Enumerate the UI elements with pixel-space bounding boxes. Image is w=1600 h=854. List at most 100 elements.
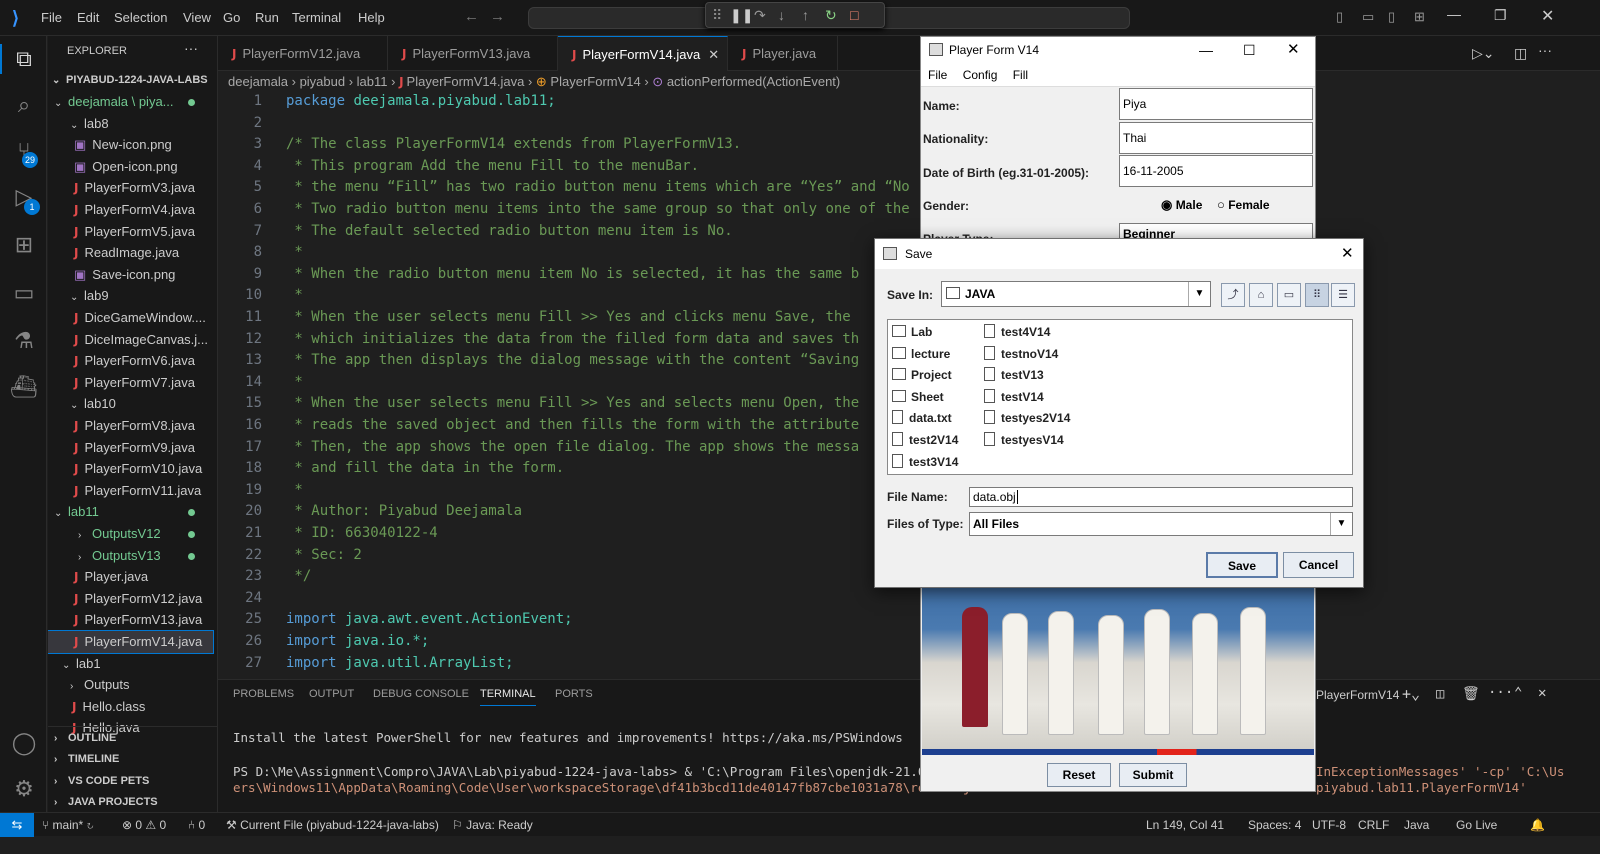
- explorer-item[interactable]: J PlayerFormV7.java: [48, 372, 213, 394]
- explorer-item[interactable]: J PlayerFormV14.java: [48, 630, 214, 654]
- explorer-item[interactable]: J PlayerFormV10.java: [48, 458, 213, 480]
- explorer-item[interactable]: ⌄ lab8: [48, 113, 213, 135]
- customize-layout-icon[interactable]: ⊞: [1414, 9, 1425, 25]
- git-branch[interactable]: ⑂ main* ↻: [42, 818, 94, 832]
- maximize-icon[interactable]: ☐: [1243, 37, 1256, 63]
- dob-field[interactable]: 16-11-2005: [1119, 155, 1313, 187]
- toggle-sidebar-icon[interactable]: ▯: [1336, 9, 1343, 25]
- encoding[interactable]: UTF-8: [1312, 818, 1346, 832]
- toggle-secondary-sidebar-icon[interactable]: ▯: [1388, 9, 1395, 25]
- step-out-icon[interactable]: ↑: [802, 7, 809, 23]
- restart-icon[interactable]: ↻: [825, 7, 837, 24]
- file-list-item[interactable]: data.txt: [892, 408, 952, 428]
- breadcrumb-item[interactable]: PlayerFormV14.java: [407, 74, 525, 89]
- close-panel-icon[interactable]: ✕: [1538, 685, 1546, 701]
- remote-explorer-icon[interactable]: ▭: [9, 278, 39, 308]
- menu-go[interactable]: Go: [223, 10, 240, 25]
- drag-handle-icon[interactable]: ⠿: [712, 7, 722, 24]
- menu-view[interactable]: View: [183, 10, 211, 25]
- menu-terminal[interactable]: Terminal: [292, 10, 341, 25]
- file-list-item[interactable]: Lab: [892, 322, 932, 342]
- file-list[interactable]: Lab lecture Project Sheet data.txt test2V14 te…: [887, 319, 1353, 475]
- pause-icon[interactable]: ❚❚: [730, 7, 753, 24]
- timeline-section[interactable]: › TIMELINE: [48, 748, 217, 770]
- tab-playerformv14[interactable]: J PlayerFormV14.java ✕: [558, 36, 728, 71]
- indentation[interactable]: Spaces: 4: [1248, 818, 1301, 832]
- explorer-item[interactable]: ⌄ deejamala \ piya...: [48, 91, 213, 113]
- list-view-icon[interactable]: ⠿: [1305, 283, 1329, 307]
- search-icon[interactable]: ⌕: [9, 90, 39, 120]
- explorer-icon[interactable]: ⧉: [9, 44, 39, 74]
- outline-section[interactable]: › OUTLINE: [48, 726, 217, 748]
- explorer-item[interactable]: J PlayerFormV3.java: [48, 177, 213, 199]
- reset-button[interactable]: Reset: [1047, 763, 1111, 787]
- menu-run[interactable]: Run: [255, 10, 279, 25]
- minimize-icon[interactable]: —: [1199, 37, 1213, 63]
- explorer-item[interactable]: J PlayerFormV9.java: [48, 437, 213, 459]
- forward-arrow-icon[interactable]: →: [490, 8, 505, 25]
- file-list-item[interactable]: test4V14: [984, 322, 1050, 342]
- go-live[interactable]: Go Live: [1456, 818, 1497, 832]
- explorer-item[interactable]: ⌄ lab9: [48, 285, 213, 307]
- explorer-item[interactable]: ▣ New-icon.png: [48, 134, 213, 156]
- file-list-item[interactable]: testyesV14: [984, 430, 1064, 450]
- cancel-button[interactable]: Cancel: [1283, 552, 1354, 578]
- explorer-item[interactable]: J PlayerFormV12.java: [48, 588, 213, 610]
- extensions-icon[interactable]: ⊞: [9, 230, 39, 260]
- java-status[interactable]: ⚐ Java: Ready: [452, 818, 533, 832]
- explorer-item[interactable]: J Hello.class: [48, 696, 213, 718]
- breadcrumb-item[interactable]: lab11: [357, 74, 388, 89]
- female-radio[interactable]: ○ Female: [1217, 197, 1270, 212]
- language-mode[interactable]: Java: [1404, 818, 1429, 832]
- notifications-icon[interactable]: 🔔: [1530, 818, 1545, 832]
- close-icon[interactable]: ✕: [1541, 6, 1554, 26]
- tab-playerformv12[interactable]: J PlayerFormV12.java: [218, 36, 388, 71]
- file-list-item[interactable]: test3V14: [892, 452, 958, 472]
- explorer-item[interactable]: ⌄ lab11: [48, 501, 213, 523]
- split-terminal-icon[interactable]: ◫: [1436, 686, 1444, 702]
- explorer-item[interactable]: › OutputsV13: [48, 545, 213, 567]
- explorer-item[interactable]: ▣ Save-icon.png: [48, 264, 213, 286]
- tab-playerformv13[interactable]: J PlayerFormV13.java: [388, 36, 558, 71]
- explorer-item[interactable]: J PlayerFormV6.java: [48, 350, 213, 372]
- back-arrow-icon[interactable]: ←: [464, 8, 479, 25]
- kill-terminal-icon[interactable]: 🗑: [1462, 686, 1480, 702]
- step-into-icon[interactable]: ↓: [778, 7, 785, 23]
- explorer-item[interactable]: › Outputs: [48, 674, 213, 696]
- panel-more-icon[interactable]: ···: [1488, 685, 1513, 701]
- breadcrumb-item[interactable]: piyabud: [300, 74, 346, 89]
- maximize-panel-icon[interactable]: ⌃: [1514, 685, 1522, 701]
- up-one-level-icon[interactable]: ⤴: [1221, 283, 1245, 307]
- new-folder-icon[interactable]: ▭: [1277, 283, 1301, 307]
- split-editor-icon[interactable]: ◫: [1514, 45, 1527, 62]
- file-list-item[interactable]: testV14: [984, 387, 1044, 407]
- testing-icon[interactable]: ⚗: [9, 326, 39, 356]
- panel-tab-output[interactable]: OUTPUT: [309, 688, 354, 700]
- menu-edit[interactable]: Edit: [77, 10, 99, 25]
- explorer-item[interactable]: ⌄ lab10: [48, 393, 213, 415]
- current-file-status[interactable]: ⚒ Current File (piyabud-1224-java-labs): [226, 818, 439, 832]
- stop-icon[interactable]: □: [850, 7, 858, 23]
- more-actions-icon[interactable]: ···: [184, 40, 198, 56]
- file-name-input[interactable]: data.obj: [969, 487, 1353, 507]
- submit-button[interactable]: Submit: [1119, 763, 1187, 787]
- close-icon[interactable]: ✕: [1341, 239, 1354, 269]
- explorer-item[interactable]: J PlayerFormV5.java: [48, 221, 213, 243]
- files-of-type-combo[interactable]: All Files ▼: [969, 512, 1353, 536]
- file-list-item[interactable]: Sheet: [892, 387, 944, 407]
- java-projects-section[interactable]: › JAVA PROJECTS: [48, 791, 217, 813]
- explorer-item[interactable]: J ReadImage.java: [48, 242, 213, 264]
- details-view-icon[interactable]: ☰: [1331, 283, 1355, 307]
- explorer-item[interactable]: ⌄ lab1: [48, 653, 213, 675]
- editor-more-icon[interactable]: ···: [1538, 42, 1552, 58]
- docker-icon[interactable]: ⛴: [9, 372, 39, 402]
- explorer-item[interactable]: J PlayerFormV13.java: [48, 609, 213, 631]
- problems-count[interactable]: ⊗ 0 ⚠ 0: [122, 818, 166, 832]
- save-in-combo[interactable]: JAVA ▼: [941, 281, 1211, 307]
- save-button[interactable]: Save: [1206, 552, 1278, 578]
- settings-gear-icon[interactable]: ⚙: [9, 774, 39, 804]
- player-menu-file[interactable]: File: [928, 68, 947, 82]
- cursor-position[interactable]: Ln 149, Col 41: [1146, 818, 1224, 832]
- panel-tab-ports[interactable]: PORTS: [555, 688, 593, 700]
- explorer-item[interactable]: J DiceGameWindow....: [48, 307, 213, 329]
